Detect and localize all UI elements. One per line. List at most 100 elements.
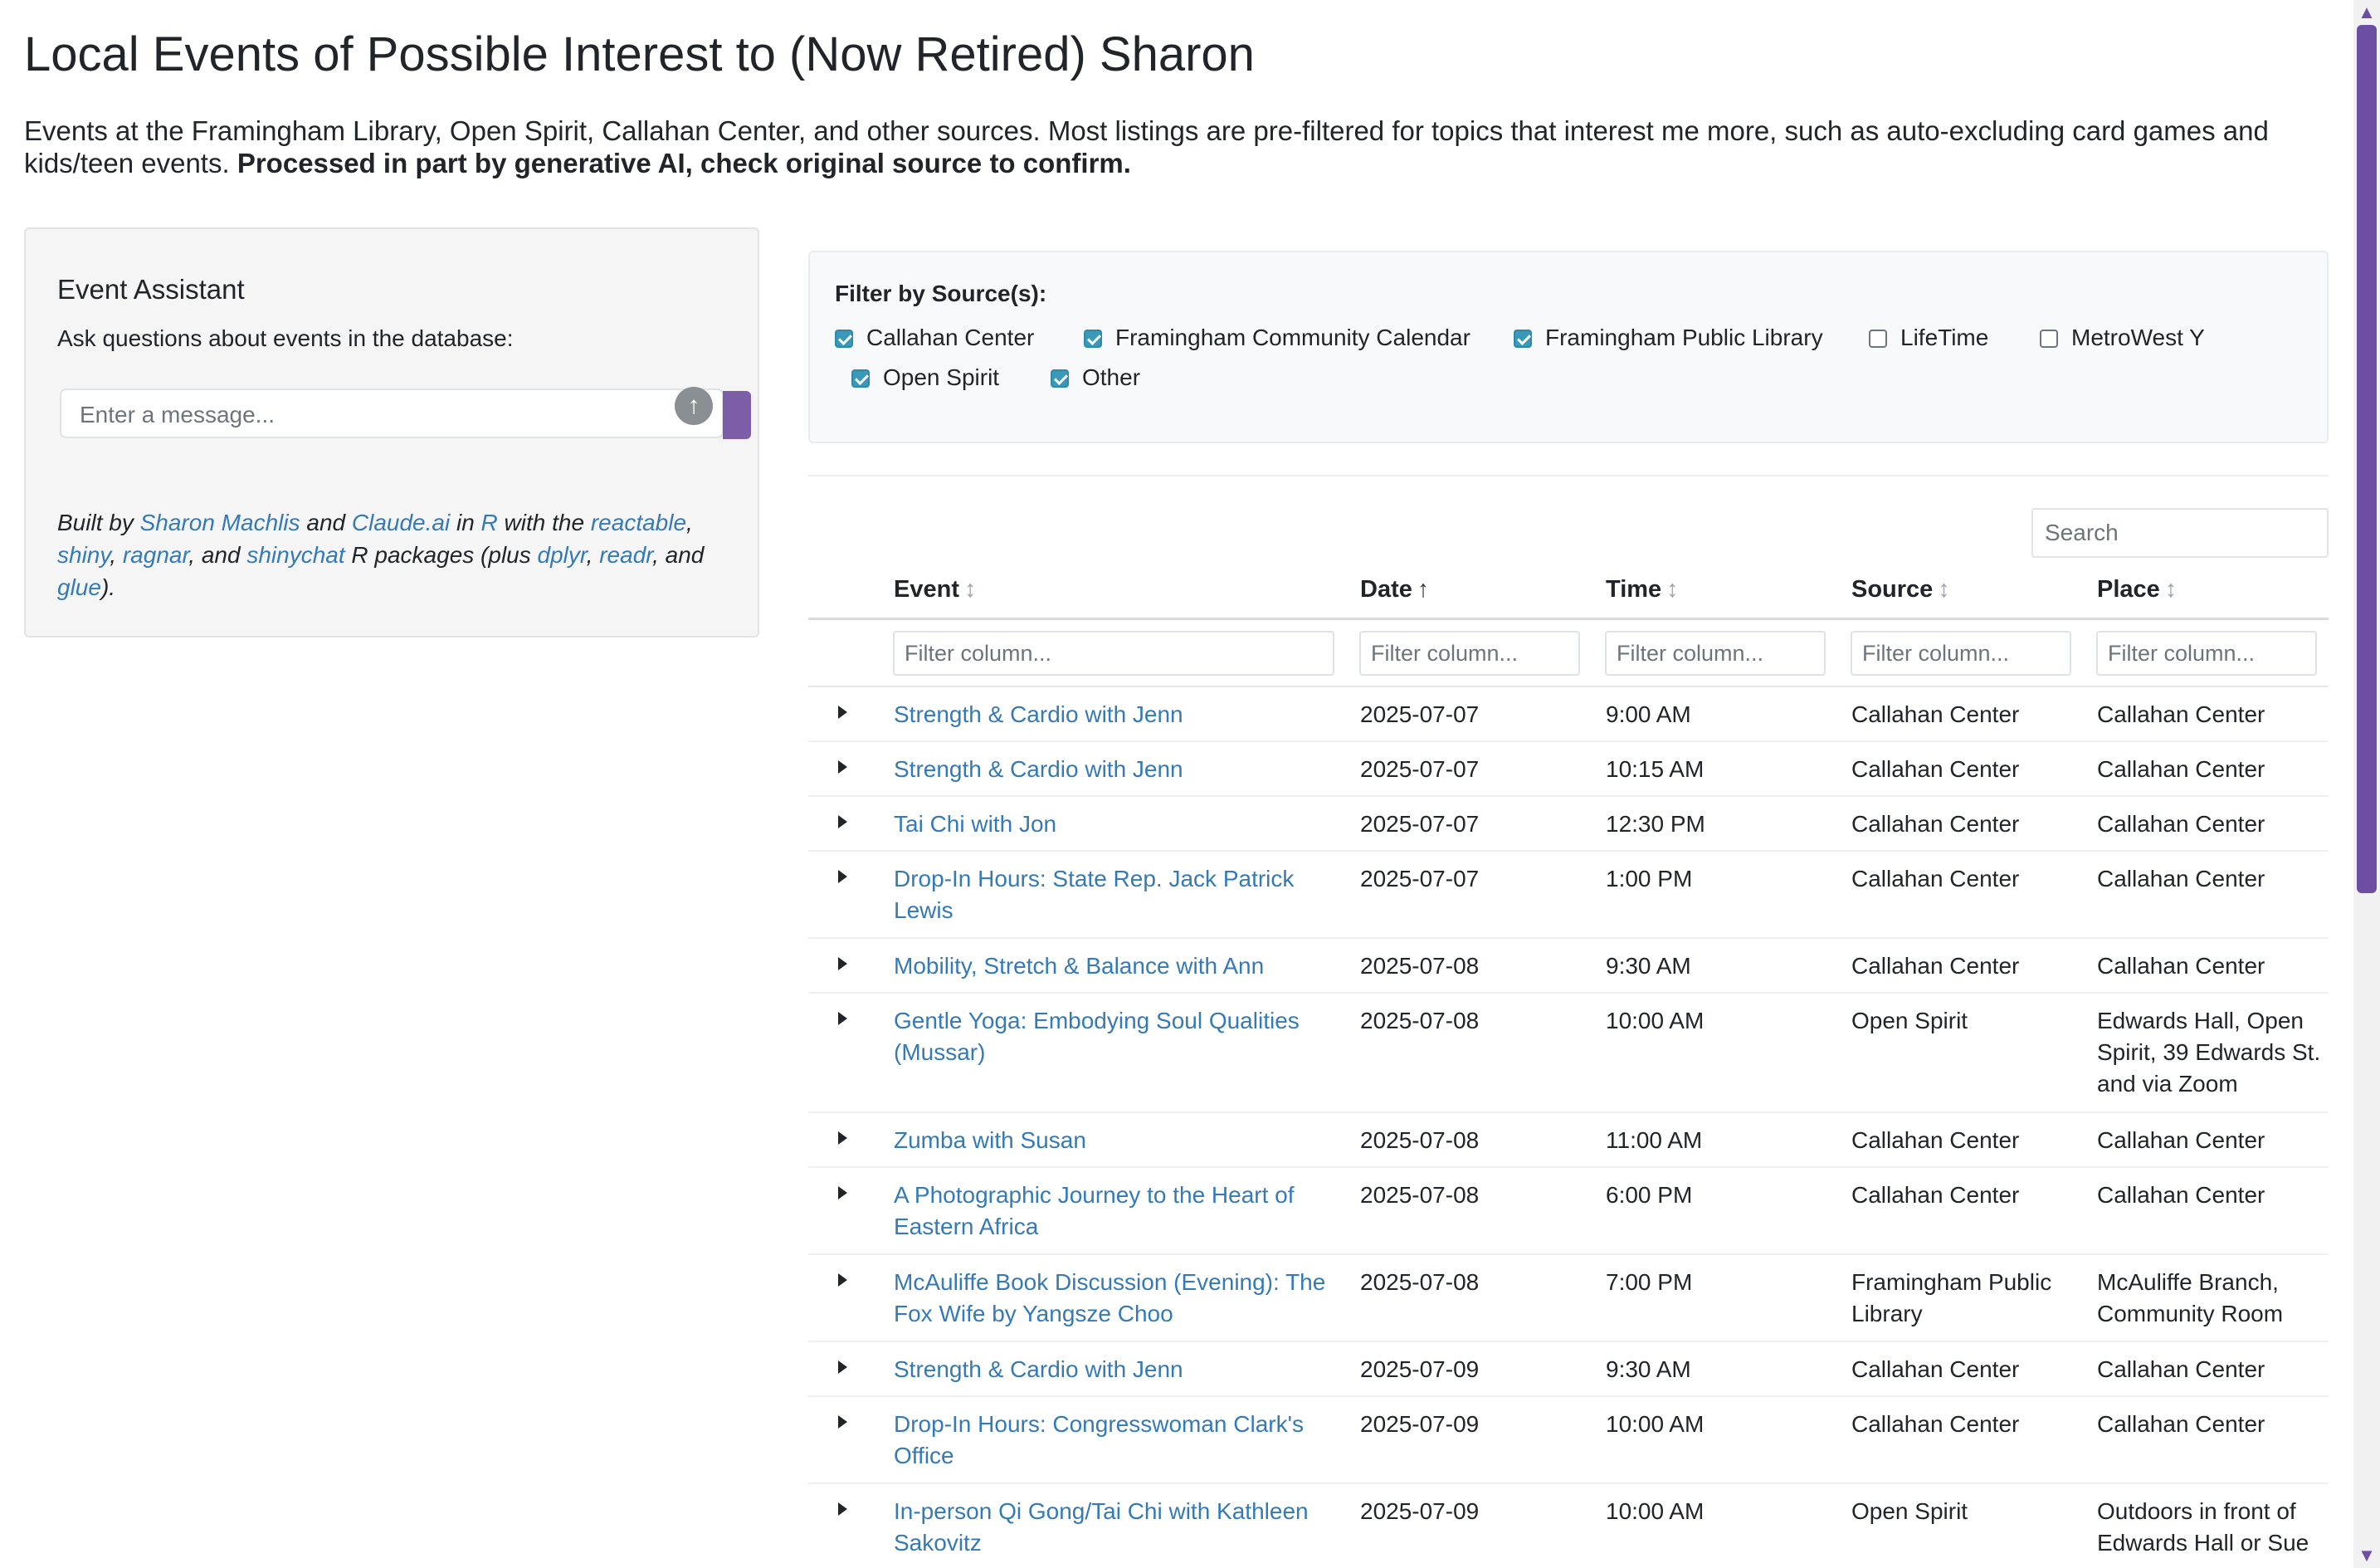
send-button[interactable]: ↑ xyxy=(675,387,713,425)
event-date: 2025-07-09 xyxy=(1360,1498,1480,1524)
source-checkbox-lifetime[interactable]: LifeTime xyxy=(1869,324,1988,352)
checkbox[interactable] xyxy=(1084,330,1102,348)
header-divider xyxy=(808,618,2329,620)
table-row[interactable]: Drop-In Hours: Congresswoman Clark's Off… xyxy=(808,1397,2329,1484)
link-glue[interactable]: glue xyxy=(57,574,101,600)
column-header-source[interactable]: Source ↕ xyxy=(1851,576,1950,603)
message-box xyxy=(60,388,724,438)
event-source: Framingham Public Library xyxy=(1851,1269,2052,1326)
expand-row-icon[interactable] xyxy=(838,1360,847,1374)
expand-row-icon[interactable] xyxy=(838,1415,847,1429)
checkbox-label: Callahan Center xyxy=(866,325,1035,350)
event-date: 2025-07-07 xyxy=(1360,701,1480,727)
link-dplyr[interactable]: dplyr xyxy=(538,542,587,568)
event-link[interactable]: A Photographic Journey to the Heart of E… xyxy=(894,1180,1342,1243)
table-row[interactable]: Zumba with Susan 2025-07-08 11:00 AM Cal… xyxy=(808,1113,2329,1168)
checkbox[interactable] xyxy=(1514,330,1532,348)
arrow-up-icon: ↑ xyxy=(687,392,700,419)
source-checkbox-open-spirit[interactable]: Open Spirit xyxy=(851,364,999,392)
link-readr[interactable]: readr xyxy=(599,542,652,568)
event-place: Callahan Center xyxy=(2097,1127,2265,1153)
filter-time-input[interactable] xyxy=(1605,631,1826,676)
column-header-event[interactable]: Event ↕ xyxy=(894,576,976,603)
event-link[interactable]: Drop-In Hours: State Rep. Jack Patrick L… xyxy=(894,863,1342,926)
expand-row-icon[interactable] xyxy=(838,957,847,970)
credits-text: , and xyxy=(652,542,705,568)
link-ragnar[interactable]: ragnar xyxy=(123,542,188,568)
source-checkbox-callahan-center[interactable]: Callahan Center xyxy=(835,324,1034,352)
credits-text: ). xyxy=(100,574,116,600)
sort-icon: ↕ xyxy=(2164,576,2178,603)
expand-row-icon[interactable] xyxy=(838,1131,847,1145)
link-shiny[interactable]: shiny xyxy=(57,542,110,568)
table-row[interactable]: Drop-In Hours: State Rep. Jack Patrick L… xyxy=(808,852,2329,939)
filter-date-input[interactable] xyxy=(1359,631,1580,676)
column-header-time[interactable]: Time ↕ xyxy=(1606,576,1679,603)
event-link[interactable]: Tai Chi with Jon xyxy=(894,808,1342,840)
expand-row-icon[interactable] xyxy=(838,1186,847,1199)
table-row[interactable]: Mobility, Stretch & Balance with Ann 202… xyxy=(808,939,2329,994)
source-checkbox-other[interactable]: Other xyxy=(1051,364,1140,392)
event-link[interactable]: In-person Qi Gong/Tai Chi with Kathleen … xyxy=(894,1496,1342,1559)
table-row[interactable]: Tai Chi with Jon 2025-07-07 12:30 PM Cal… xyxy=(808,797,2329,852)
event-link[interactable]: Zumba with Susan xyxy=(894,1125,1342,1156)
assistant-prompt: Ask questions about events in the databa… xyxy=(57,325,514,351)
table-row[interactable]: McAuliffe Book Discussion (Evening): The… xyxy=(808,1255,2329,1342)
filter-source-input[interactable] xyxy=(1851,631,2071,676)
event-source: Callahan Center xyxy=(1851,756,2020,782)
checkbox[interactable] xyxy=(2040,330,2058,348)
link-shinychat[interactable]: shinychat xyxy=(246,542,344,568)
event-place: Callahan Center xyxy=(2097,756,2265,782)
expand-row-icon[interactable] xyxy=(838,1273,847,1287)
table-row[interactable]: A Photographic Journey to the Heart of E… xyxy=(808,1168,2329,1255)
event-place: Callahan Center xyxy=(2097,1411,2265,1437)
event-time: 10:00 AM xyxy=(1606,1498,1705,1524)
table-row[interactable]: Strength & Cardio with Jenn 2025-07-07 9… xyxy=(808,687,2329,742)
scroll-down-icon[interactable]: ▼ xyxy=(2353,1543,2380,1568)
expand-row-icon[interactable] xyxy=(838,870,847,883)
filter-event-input[interactable] xyxy=(893,631,1334,676)
checkbox[interactable] xyxy=(851,369,870,388)
table-row[interactable]: Strength & Cardio with Jenn 2025-07-07 1… xyxy=(808,742,2329,797)
column-header-place[interactable]: Place ↕ xyxy=(2097,576,2177,603)
checkbox[interactable] xyxy=(835,330,853,348)
event-link[interactable]: McAuliffe Book Discussion (Evening): The… xyxy=(894,1267,1342,1330)
source-checkbox-metrowest-y[interactable]: MetroWest Y xyxy=(2040,324,2205,352)
link-claude-ai[interactable]: Claude.ai xyxy=(352,510,450,535)
expand-row-icon[interactable] xyxy=(838,1502,847,1516)
message-input[interactable] xyxy=(78,398,679,432)
event-source: Callahan Center xyxy=(1851,811,2020,837)
checkbox[interactable] xyxy=(1051,369,1069,388)
table-row[interactable]: In-person Qi Gong/Tai Chi with Kathleen … xyxy=(808,1484,2329,1568)
event-place: Edwards Hall, Open Spirit, 39 Edwards St… xyxy=(2097,1008,2321,1097)
table-row[interactable]: Strength & Cardio with Jenn 2025-07-09 9… xyxy=(808,1342,2329,1397)
source-checkbox-framingham-public-library[interactable]: Framingham Public Library xyxy=(1514,324,1823,352)
event-source: Callahan Center xyxy=(1851,1182,2020,1208)
page-scrollbar[interactable]: ▲ ▼ xyxy=(2353,0,2380,1568)
filter-place-input[interactable] xyxy=(2096,631,2317,676)
event-link[interactable]: Mobility, Stretch & Balance with Ann xyxy=(894,950,1342,982)
link-r[interactable]: R xyxy=(481,510,498,535)
expand-row-icon[interactable] xyxy=(838,706,847,719)
table-search-input[interactable] xyxy=(2031,508,2329,558)
event-time: 10:00 AM xyxy=(1606,1008,1705,1033)
expand-row-icon[interactable] xyxy=(838,1012,847,1025)
event-link[interactable]: Strength & Cardio with Jenn xyxy=(894,1354,1342,1385)
checkbox[interactable] xyxy=(1869,330,1887,348)
event-link[interactable]: Drop-In Hours: Congresswoman Clark's Off… xyxy=(894,1409,1342,1472)
expand-row-icon[interactable] xyxy=(838,760,847,774)
credits-text: in xyxy=(450,510,481,535)
event-link[interactable]: Strength & Cardio with Jenn xyxy=(894,754,1342,785)
table-row[interactable]: Gentle Yoga: Embodying Soul Qualities (M… xyxy=(808,994,2329,1113)
link-reactable[interactable]: reactable xyxy=(591,510,686,535)
link-sharon-machlis[interactable]: Sharon Machlis xyxy=(140,510,300,535)
scrollbar-thumb[interactable] xyxy=(2357,25,2377,893)
event-link[interactable]: Strength & Cardio with Jenn xyxy=(894,699,1342,730)
expand-row-icon[interactable] xyxy=(838,815,847,828)
event-link[interactable]: Gentle Yoga: Embodying Soul Qualities (M… xyxy=(894,1005,1342,1068)
filter-title: Filter by Source(s): xyxy=(835,281,1047,306)
column-header-date[interactable]: Date ↑ xyxy=(1360,576,1429,603)
scroll-up-icon[interactable]: ▲ xyxy=(2353,0,2380,25)
source-checkbox-framingham-community-calendar[interactable]: Framingham Community Calendar xyxy=(1084,324,1470,352)
credits-text: and xyxy=(300,510,352,535)
